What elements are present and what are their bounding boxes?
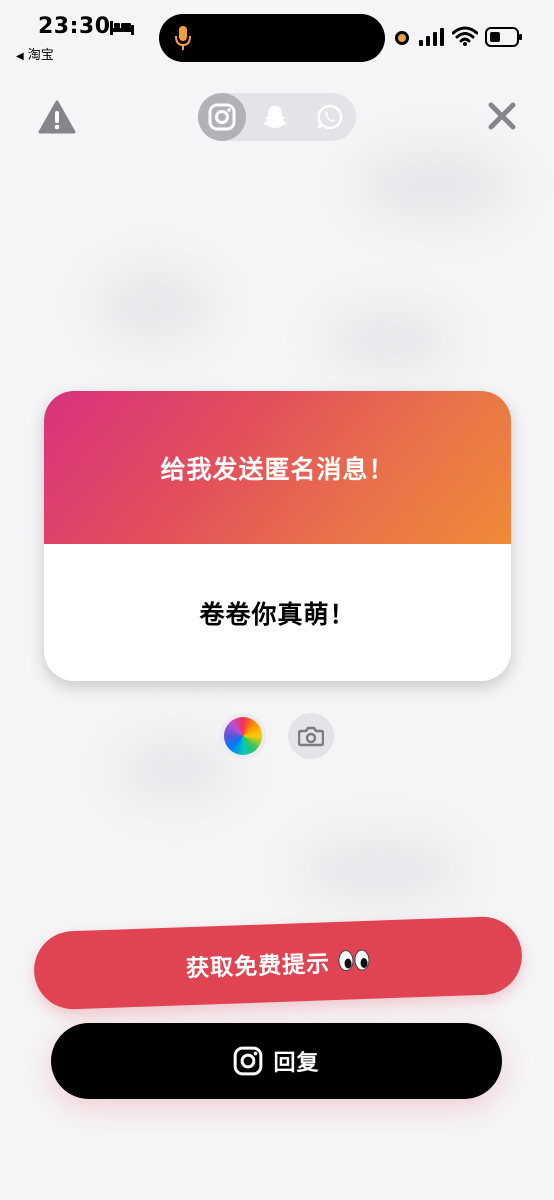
camera-button[interactable]	[288, 713, 334, 759]
status-bar: 23:30 ◀ 淘宝	[0, 0, 554, 70]
platform-switcher	[198, 93, 356, 141]
anonymous-message-card: 给我发送匿名消息！ 卷卷你真萌！	[44, 391, 511, 681]
instagram-icon	[234, 1046, 263, 1076]
recording-dot	[395, 31, 409, 45]
color-wheel-icon	[224, 717, 262, 755]
screen: 23:30 ◀ 淘宝 给我发送匿名消息！ 卷卷你真萌！ 获取免费提示 回复	[0, 0, 554, 1200]
camera-icon	[298, 726, 324, 747]
get-free-hint-button[interactable]: 获取免费提示	[32, 915, 524, 1011]
bed-icon	[110, 21, 134, 35]
status-time: 23:30	[38, 14, 111, 39]
wifi-icon	[452, 26, 478, 46]
cellular-signal-icon	[419, 28, 444, 46]
background-blob	[360, 150, 510, 220]
platform-tab-whatsapp[interactable]	[306, 93, 354, 141]
platform-tab-snapchat[interactable]	[251, 93, 299, 141]
whatsapp-icon	[317, 104, 343, 130]
color-picker-button[interactable]	[220, 713, 266, 759]
back-app-label: 淘宝	[27, 48, 54, 63]
background-blob	[300, 840, 460, 900]
warning-triangle-icon[interactable]	[38, 100, 76, 134]
reply-button[interactable]: 回复	[51, 1023, 502, 1099]
battery-icon	[485, 27, 522, 47]
eyes-emoji-icon	[338, 949, 371, 972]
card-prompt-text: 给我发送匿名消息！	[160, 454, 395, 484]
card-header: 给我发送匿名消息！	[44, 391, 511, 544]
back-to-app-link[interactable]: ◀ 淘宝	[16, 44, 54, 63]
instagram-icon	[208, 103, 236, 131]
background-blob	[100, 270, 210, 340]
background-blob	[120, 740, 230, 800]
reply-button-label: 回复	[273, 1051, 320, 1076]
card-body: 卷卷你真萌！	[44, 544, 511, 681]
background-blob	[330, 310, 450, 370]
card-message-text: 卷卷你真萌！	[199, 599, 356, 629]
hint-button-label: 获取免费提示	[185, 951, 331, 983]
snapchat-ghost-icon	[263, 106, 287, 128]
dynamic-island	[159, 14, 385, 62]
microphone-icon	[175, 26, 191, 50]
back-arrow-icon: ◀	[16, 51, 24, 62]
platform-tab-instagram[interactable]	[198, 93, 246, 141]
close-icon[interactable]	[486, 100, 518, 132]
